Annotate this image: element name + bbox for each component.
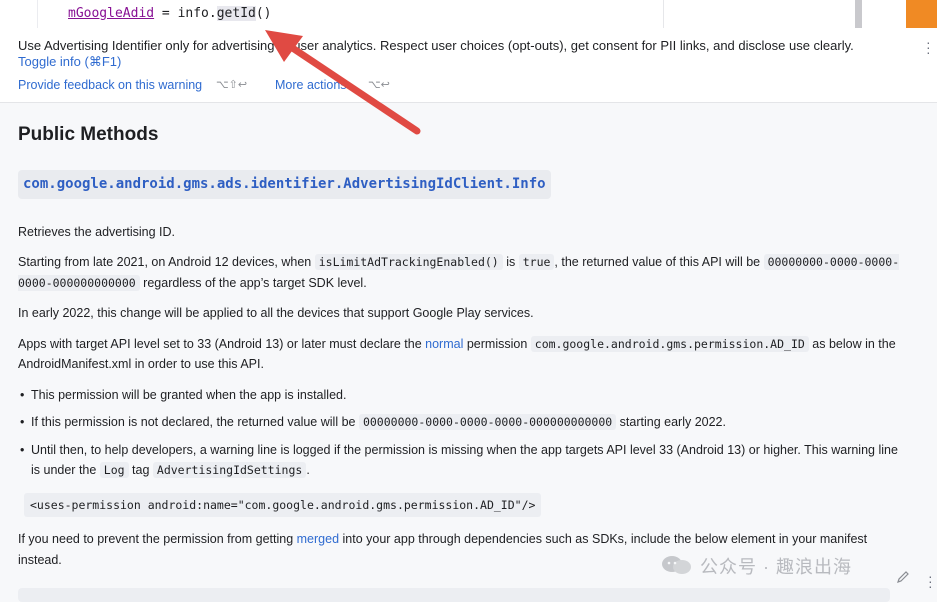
code-line[interactable]: mGoogleAdid = info.getId(): [68, 6, 272, 21]
warning-message-text: Use Advertising Identifier only for adve…: [18, 38, 854, 53]
text: is: [502, 255, 519, 269]
documentation-panel: Public Methods com.google.android.gms.ad…: [0, 103, 937, 602]
doc-paragraph-3: In early 2022, this change will be appli…: [18, 306, 534, 320]
feedback-shortcut-hint: ⌥⇧↩: [216, 79, 248, 91]
text: Apps with target API level set to 33 (An…: [18, 336, 426, 351]
list-item: This permission will be granted when the…: [18, 385, 908, 406]
documentation-content: Public Methods com.google.android.gms.ad…: [18, 123, 908, 580]
next-code-block: [18, 588, 890, 602]
inline-code: com.google.android.gms.permission.AD_ID: [530, 335, 809, 352]
inline-code: true: [518, 254, 555, 270]
code-variable[interactable]: mGoogleAdid: [68, 6, 154, 21]
text: tag: [128, 463, 153, 477]
list-item: If this permission is not declared, the …: [18, 412, 908, 433]
doc-paragraph-2: Starting from late 2021, on Android 12 d…: [18, 252, 908, 293]
code-method-call[interactable]: getId: [216, 6, 256, 21]
more-actions-shortcut-hint: ⌥↩: [368, 79, 390, 91]
code-text: = info.: [154, 6, 217, 21]
text: regardless of the app’s target SDK level…: [139, 275, 367, 290]
inline-code: 00000000-0000-0000-0000-000000000000: [358, 414, 617, 430]
code-text-end: (): [255, 6, 272, 21]
watermark-label: 公众号 · 趣浪出海: [700, 557, 852, 577]
inline-code: isLimitAdTrackingEnabled(): [314, 254, 503, 270]
edit-pencil-icon[interactable]: [895, 569, 911, 585]
warning-options-kebab-icon[interactable]: · · ·: [926, 35, 931, 59]
text: If you need to prevent the permission fr…: [18, 532, 297, 546]
doc-options-kebab-icon[interactable]: · · ·: [928, 569, 933, 593]
text: Starting from late 2021, on Android 12 d…: [18, 255, 315, 269]
editor-scrollbar-marker[interactable]: [855, 0, 862, 28]
text: permission: [463, 336, 531, 351]
editor-right-margin-guide: [663, 0, 664, 28]
toggle-info-link[interactable]: Toggle info (⌘F1): [18, 54, 121, 69]
doc-paragraph-1: Retrieves the advertising ID.: [18, 224, 176, 239]
method-signature: com.google.android.gms.ads.identifier.Ad…: [18, 170, 551, 199]
section-heading: Public Methods: [18, 124, 159, 145]
editor-gutter-divider: [37, 0, 38, 28]
watermark-text: 公众号 · 趣浪出海: [658, 553, 852, 579]
list-item: Until then, to help developers, a warnin…: [18, 440, 908, 481]
text: .: [306, 463, 310, 477]
warning-message: Use Advertising Identifier only for adve…: [18, 38, 868, 70]
manifest-code-block: <uses-permission android:name="com.googl…: [24, 492, 542, 517]
more-actions-link[interactable]: More actions...: [275, 78, 357, 92]
bullet-list: This permission will be granted when the…: [18, 385, 908, 481]
normal-permission-link[interactable]: normal: [425, 337, 463, 351]
provide-feedback-link[interactable]: Provide feedback on this warning: [18, 78, 202, 92]
doc-paragraph-4: Apps with target API level set to 33 (An…: [18, 334, 908, 375]
merged-link[interactable]: merged: [297, 532, 339, 546]
inline-code: AdvertisingIdSettings: [152, 462, 307, 478]
text: If this permission is not declared, the …: [31, 415, 359, 429]
tool-window-stripe[interactable]: [906, 0, 937, 28]
text: starting early 2022.: [616, 415, 726, 429]
code-editor[interactable]: mGoogleAdid = info.getId(): [0, 0, 937, 28]
text: , the returned value of this API will be: [554, 255, 764, 269]
inspection-warning-popup: Use Advertising Identifier only for adve…: [0, 28, 937, 103]
inline-code: Log: [99, 462, 129, 478]
